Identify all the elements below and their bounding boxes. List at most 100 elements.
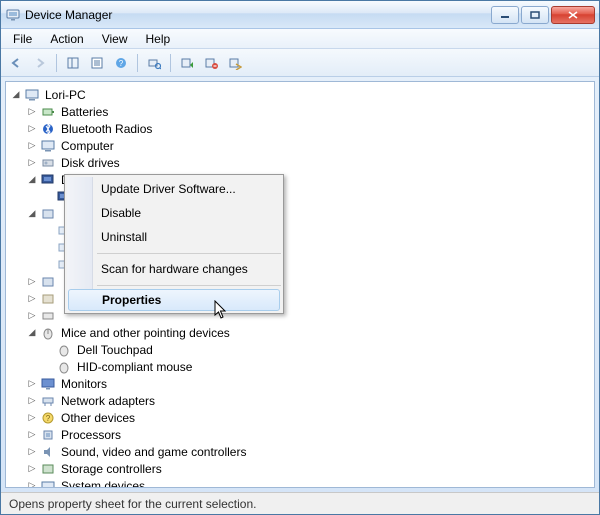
tree-node-system[interactable]: ▷ System devices <box>6 477 594 488</box>
menu-file[interactable]: File <box>5 30 40 48</box>
maximize-button[interactable] <box>521 6 549 24</box>
expander-closed-icon[interactable]: ▷ <box>26 480 38 489</box>
node-label: Computer <box>58 138 117 154</box>
mouse-icon <box>56 342 72 358</box>
node-label: Disk drives <box>58 155 123 171</box>
expander-closed-icon[interactable]: ▷ <box>26 157 38 169</box>
show-hide-tree-button[interactable] <box>62 52 84 74</box>
mouse-icon <box>40 325 56 341</box>
expander-closed-icon[interactable]: ▷ <box>26 412 38 424</box>
tree-node-disks[interactable]: ▷ Disk drives <box>6 154 594 171</box>
menu-action[interactable]: Action <box>42 30 91 48</box>
disk-icon <box>40 155 56 171</box>
node-label: Processors <box>58 427 124 443</box>
device-icon <box>40 308 56 324</box>
tree-node-processors[interactable]: ▷ Processors <box>6 426 594 443</box>
node-label: Bluetooth Radios <box>58 121 155 137</box>
node-label: System devices <box>58 478 148 489</box>
close-button[interactable] <box>551 6 595 24</box>
network-icon <box>40 393 56 409</box>
node-label: Network adapters <box>58 393 158 409</box>
context-separator <box>97 281 281 289</box>
forward-button[interactable] <box>29 52 51 74</box>
context-item-disable[interactable]: Disable <box>67 201 281 225</box>
context-item-uninstall[interactable]: Uninstall <box>67 225 281 249</box>
window-title: Device Manager <box>25 8 489 22</box>
tree-node-storage[interactable]: ▷ Storage controllers <box>6 460 594 477</box>
node-label: Sound, video and game controllers <box>58 444 249 460</box>
expander-open-icon[interactable]: ◢ <box>26 174 38 186</box>
context-item-scan[interactable]: Scan for hardware changes <box>67 257 281 281</box>
expander-closed-icon[interactable]: ▷ <box>26 276 38 288</box>
toolbar: ? <box>1 49 599 77</box>
node-label: HID-compliant mouse <box>74 359 195 375</box>
node-label: Monitors <box>58 376 110 392</box>
expander-open-icon[interactable]: ◢ <box>10 89 22 101</box>
uninstall-button[interactable] <box>200 52 222 74</box>
computer-icon <box>40 138 56 154</box>
properties-button[interactable] <box>86 52 108 74</box>
tree-node-bluetooth[interactable]: ▷ Bluetooth Radios <box>6 120 594 137</box>
titlebar[interactable]: Device Manager <box>1 1 599 29</box>
app-icon <box>5 7 21 23</box>
node-label: Lori-PC <box>42 87 89 103</box>
svg-text:?: ? <box>46 414 51 423</box>
mouse-icon <box>56 359 72 375</box>
node-label: Dell Touchpad <box>74 342 156 358</box>
expander-closed-icon[interactable]: ▷ <box>26 140 38 152</box>
tree-node-mice-child[interactable]: ▷ HID-compliant mouse <box>6 358 594 375</box>
device-icon <box>40 274 56 290</box>
sound-icon <box>40 444 56 460</box>
status-text: Opens property sheet for the current sel… <box>9 497 256 511</box>
expander-closed-icon[interactable]: ▷ <box>26 395 38 407</box>
device-icon <box>40 206 56 222</box>
node-label: Mice and other pointing devices <box>58 325 233 341</box>
device-manager-window: Device Manager File Action View Help ? ◢ <box>0 0 600 515</box>
menu-help[interactable]: Help <box>138 30 179 48</box>
expander-closed-icon[interactable]: ▷ <box>26 310 38 322</box>
scan-hardware-button[interactable] <box>143 52 165 74</box>
node-label: Other devices <box>58 410 138 426</box>
expander-open-icon[interactable]: ◢ <box>26 208 38 220</box>
tree-node-other[interactable]: ▷ ? Other devices <box>6 409 594 426</box>
help-button[interactable]: ? <box>110 52 132 74</box>
tree-node-computer[interactable]: ▷ Computer <box>6 137 594 154</box>
menu-view[interactable]: View <box>94 30 136 48</box>
window-buttons <box>489 6 595 24</box>
menubar: File Action View Help <box>1 29 599 49</box>
tree-root[interactable]: ◢ Lori-PC <box>6 86 594 103</box>
expander-closed-icon[interactable]: ▷ <box>26 378 38 390</box>
update-driver-button[interactable] <box>176 52 198 74</box>
tree-node-batteries[interactable]: ▷ Batteries <box>6 103 594 120</box>
svg-text:?: ? <box>119 59 124 68</box>
expander-closed-icon[interactable]: ▷ <box>26 463 38 475</box>
storage-icon <box>40 461 56 477</box>
bluetooth-icon <box>40 121 56 137</box>
tree-node-monitors[interactable]: ▷ Monitors <box>6 375 594 392</box>
processor-icon <box>40 427 56 443</box>
expander-closed-icon[interactable]: ▷ <box>26 429 38 441</box>
monitor-icon <box>40 376 56 392</box>
battery-icon <box>40 104 56 120</box>
computer-icon <box>24 87 40 103</box>
minimize-button[interactable] <box>491 6 519 24</box>
context-item-properties[interactable]: Properties <box>68 289 280 311</box>
context-separator <box>97 249 281 257</box>
tree-node-mice[interactable]: ◢ Mice and other pointing devices <box>6 324 594 341</box>
toolbar-separator <box>56 54 57 72</box>
expander-closed-icon[interactable]: ▷ <box>26 446 38 458</box>
context-menu: Update Driver Software... Disable Uninst… <box>64 174 284 314</box>
disable-button[interactable] <box>224 52 246 74</box>
system-icon <box>40 478 56 489</box>
tree-node-sound[interactable]: ▷ Sound, video and game controllers <box>6 443 594 460</box>
expander-closed-icon[interactable]: ▷ <box>26 106 38 118</box>
back-button[interactable] <box>5 52 27 74</box>
node-label: Batteries <box>58 104 111 120</box>
context-item-update[interactable]: Update Driver Software... <box>67 177 281 201</box>
expander-closed-icon[interactable]: ▷ <box>26 123 38 135</box>
expander-closed-icon[interactable]: ▷ <box>26 293 38 305</box>
tree-node-mice-child[interactable]: ▷ Dell Touchpad <box>6 341 594 358</box>
tree-node-network[interactable]: ▷ Network adapters <box>6 392 594 409</box>
expander-open-icon[interactable]: ◢ <box>26 327 38 339</box>
device-tree-panel[interactable]: ◢ Lori-PC ▷ Batteries ▷ Bluetooth Radios… <box>5 81 595 488</box>
